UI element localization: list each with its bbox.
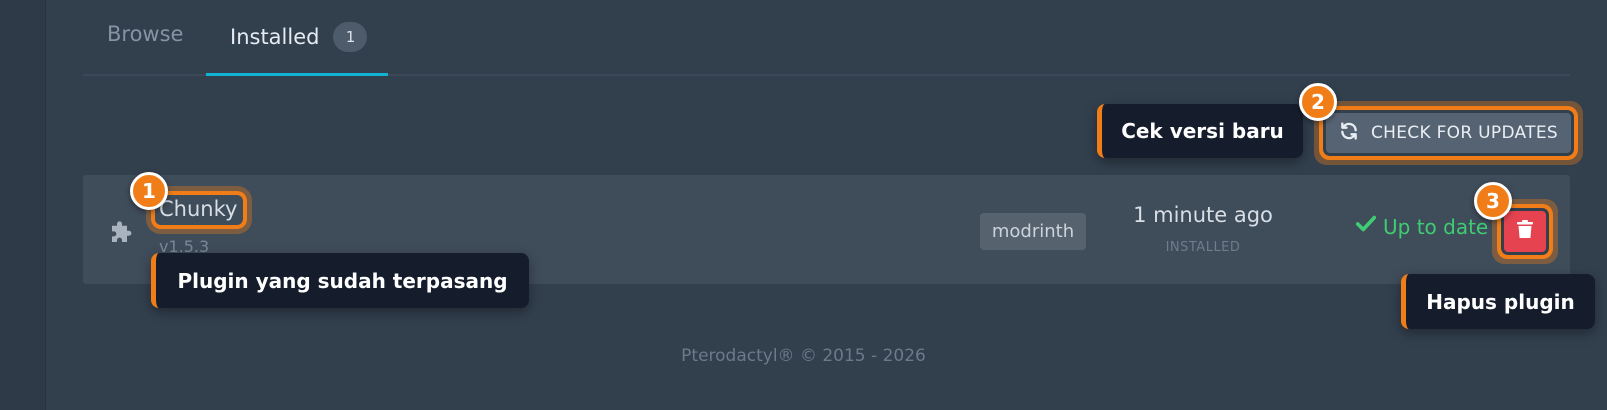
plugins-page: Browse Installed 1 Cek versi baru CHECK … [0,0,1607,410]
trash-icon [1517,220,1533,243]
tab-installed[interactable]: Installed 1 [230,22,368,52]
check-for-updates-label: CHECK FOR UPDATES [1370,123,1558,143]
tab-browse-label: Browse [107,22,184,46]
update-status: Up to date [1355,214,1488,239]
plugin-source-badge: modrinth [980,213,1086,250]
step-badge-1: 1 [130,172,168,210]
delete-plugin-button[interactable] [1504,211,1546,252]
annotation-text-3: Hapus plugin [1426,289,1575,314]
annotation-text-2: Cek versi baru [1121,119,1284,143]
check-icon [1355,214,1377,239]
installed-label: INSTALLED [1165,240,1241,255]
tab-browse[interactable]: Browse [107,22,183,46]
update-status-text: Up to date [1383,214,1489,239]
annotation-callout-2: Cek versi baru [1097,104,1303,158]
step-badge-3: 3 [1474,182,1512,220]
tab-bar: Browse Installed 1 [83,0,1570,76]
annotation-callout-1: Plugin yang sudah terpasang [151,253,529,308]
check-for-updates-button[interactable]: CHECK FOR UPDATES [1326,113,1571,153]
installed-count-badge: 1 [333,22,368,52]
puzzle-icon [107,217,137,247]
installed-time: 1 minute ago [1133,203,1273,227]
step-badge-2: 2 [1299,83,1337,121]
annotation-callout-3: Hapus plugin [1401,274,1595,329]
annotation-text-1: Plugin yang sudah terpasang [177,268,508,293]
plugin-name-highlight: Chunky [155,195,243,225]
active-tab-indicator [206,73,388,76]
plugin-name: Chunky [159,197,238,221]
refresh-icon [1339,121,1359,146]
footer-copyright: Pterodactyl® © 2015 - 2026 [681,346,926,366]
tab-installed-label: Installed [230,25,320,49]
